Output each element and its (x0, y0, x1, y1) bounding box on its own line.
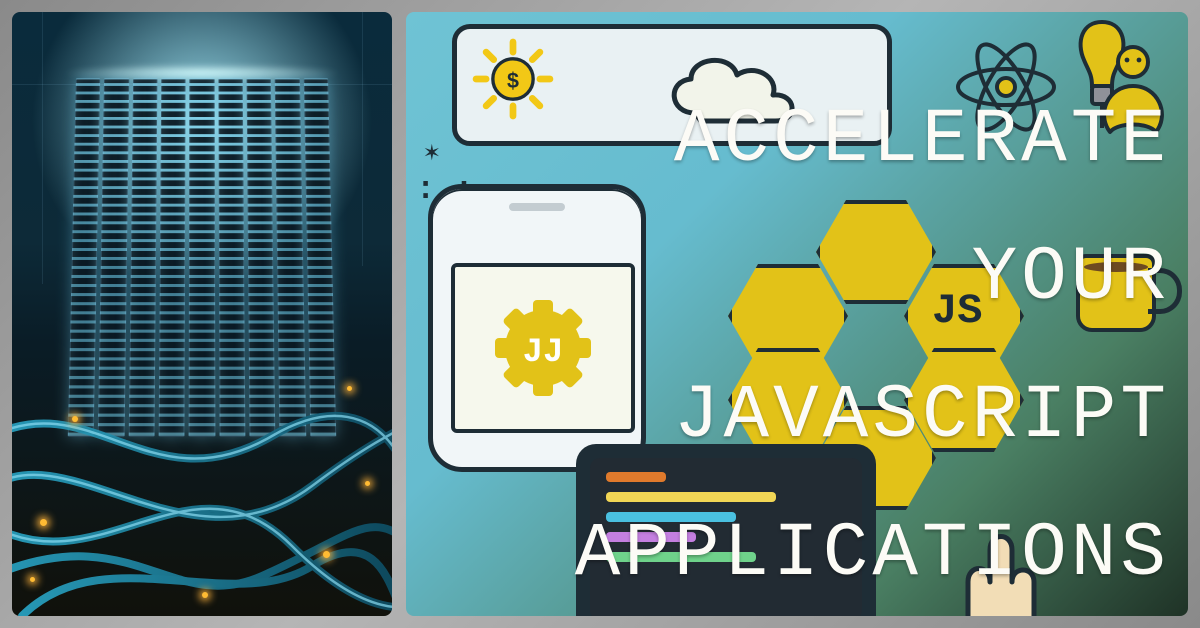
headline-line-3: Javascript (674, 378, 1170, 454)
headline-line-1: Accelerate (674, 102, 1170, 178)
sun-symbol-label: $ (506, 69, 519, 94)
headline-line-4: Applications (575, 516, 1170, 592)
headline-line-2: Your (972, 240, 1170, 316)
sun-icon: $ (471, 37, 555, 121)
datacenter-image (12, 12, 392, 616)
fiber-cables (12, 376, 392, 616)
hero-banner: : : ✶ $ (406, 12, 1188, 616)
deco-asterisk-icon: ✶ (424, 140, 440, 166)
headline: Accelerate Your Javascript Applications (555, 102, 1170, 592)
